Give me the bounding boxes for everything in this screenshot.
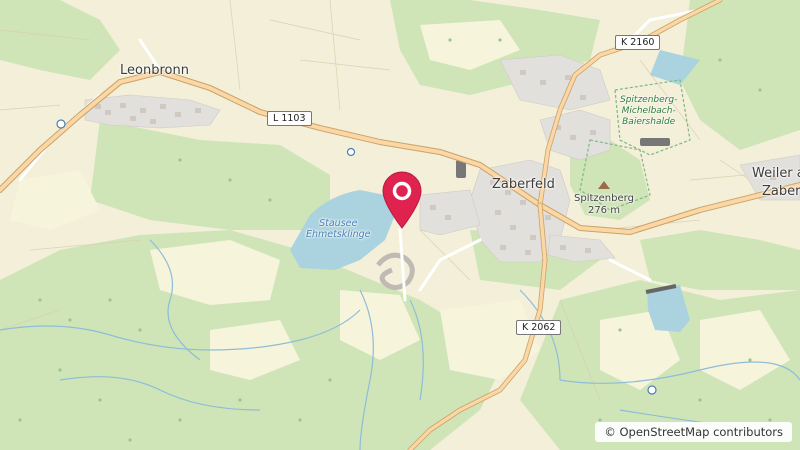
place-label-zaberfeld: Zaberfeld: [492, 177, 555, 192]
park-label: Spitzenberg- Michelbach- Baiershalde: [620, 95, 677, 128]
water-label-line2: Ehmetsklinge: [306, 229, 371, 240]
peak-elevation: 276 m: [587, 205, 620, 216]
road-shield-k2062: K 2062: [516, 320, 562, 335]
road-shield-l1103: L 1103: [267, 111, 312, 126]
water-label-line1: Stausee: [319, 218, 358, 229]
water-label-stausee: Stausee Ehmetsklinge: [306, 218, 370, 240]
peak-name: Spitzenberg: [574, 193, 634, 204]
park-label-line1: Spitzenberg-: [620, 95, 678, 105]
park-label-line2: Michelbach-: [621, 106, 676, 116]
place-label-weiler: Weiler a: [752, 166, 800, 181]
map-attribution[interactable]: © OpenStreetMap contributors: [595, 422, 792, 442]
map-canvas[interactable]: Leonbronn Zaberfeld Weiler a Zaber L 110…: [0, 0, 800, 450]
park-label-line3: Baiershalde: [622, 117, 676, 127]
peak-label: Spitzenberg 276 m: [574, 193, 634, 217]
location-pin-icon[interactable]: [381, 170, 423, 230]
place-label-weiler-2: Zaber: [762, 184, 800, 199]
road-shield-k2160: K 2160: [615, 35, 661, 50]
place-label-leonbronn: Leonbronn: [120, 63, 189, 78]
